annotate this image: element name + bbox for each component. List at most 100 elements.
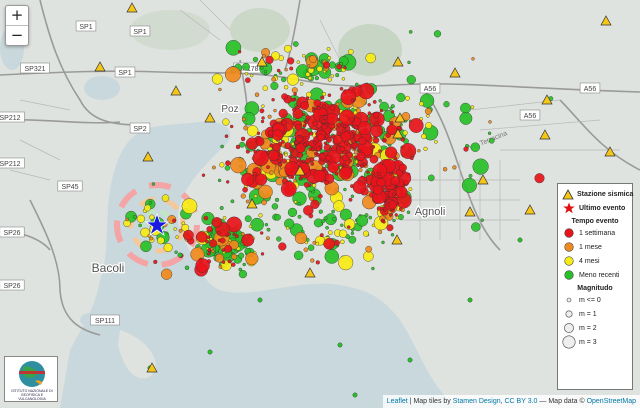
earthquake-marker[interactable] bbox=[340, 223, 344, 227]
earthquake-marker[interactable] bbox=[369, 145, 374, 150]
earthquake-marker[interactable] bbox=[315, 146, 321, 152]
earthquake-marker[interactable] bbox=[443, 101, 450, 108]
earthquake-marker[interactable] bbox=[320, 95, 325, 100]
earthquake-marker[interactable] bbox=[421, 133, 427, 140]
earthquake-marker[interactable] bbox=[316, 65, 323, 72]
earthquake-marker[interactable] bbox=[328, 147, 333, 152]
earthquake-marker[interactable] bbox=[389, 121, 394, 125]
earthquake-marker[interactable] bbox=[318, 209, 323, 214]
earthquake-marker[interactable] bbox=[271, 97, 275, 102]
earthquake-marker[interactable] bbox=[161, 194, 170, 202]
earthquake-marker[interactable] bbox=[224, 66, 241, 83]
earthquake-marker[interactable] bbox=[206, 226, 213, 233]
earthquake-marker[interactable] bbox=[367, 103, 371, 107]
earthquake-marker[interactable] bbox=[298, 134, 302, 139]
earthquake-marker[interactable] bbox=[294, 140, 299, 145]
earthquake-marker[interactable] bbox=[402, 170, 406, 174]
earthquake-marker[interactable] bbox=[238, 270, 248, 279]
earthquake-marker[interactable] bbox=[390, 176, 400, 186]
earthquake-marker[interactable] bbox=[263, 69, 268, 74]
earthquake-marker[interactable] bbox=[293, 92, 297, 96]
earthquake-marker[interactable] bbox=[335, 73, 340, 78]
earthquake-marker[interactable] bbox=[254, 92, 260, 97]
earthquake-marker[interactable] bbox=[452, 165, 457, 170]
earthquake-marker[interactable] bbox=[327, 161, 339, 174]
earthquake-marker[interactable] bbox=[244, 71, 249, 76]
earthquake-marker[interactable] bbox=[327, 93, 332, 97]
earthquake-marker[interactable] bbox=[406, 210, 411, 215]
earthquake-marker[interactable] bbox=[262, 85, 268, 91]
earthquake-marker[interactable] bbox=[225, 180, 230, 184]
earthquake-marker[interactable] bbox=[408, 187, 413, 192]
earthquake-marker[interactable] bbox=[184, 265, 190, 270]
earthquake-marker[interactable] bbox=[299, 82, 304, 86]
earthquake-marker[interactable] bbox=[382, 220, 386, 224]
earthquake-marker[interactable] bbox=[304, 120, 308, 125]
earthquake-marker[interactable] bbox=[488, 120, 492, 124]
earthquake-marker[interactable] bbox=[271, 77, 276, 82]
earthquake-marker[interactable] bbox=[327, 77, 332, 82]
earthquake-marker[interactable] bbox=[227, 259, 232, 264]
earthquake-marker[interactable] bbox=[279, 153, 284, 158]
earthquake-marker[interactable] bbox=[374, 121, 379, 126]
earthquake-marker[interactable] bbox=[310, 161, 315, 166]
earthquake-marker[interactable] bbox=[423, 146, 428, 151]
earthquake-marker[interactable] bbox=[255, 137, 265, 146]
earthquake-marker[interactable] bbox=[460, 102, 471, 114]
earthquake-marker[interactable] bbox=[351, 142, 358, 149]
earthquake-marker[interactable] bbox=[334, 171, 339, 176]
earthquake-marker[interactable] bbox=[252, 56, 259, 63]
earthquake-marker[interactable] bbox=[336, 122, 342, 128]
earthquake-marker[interactable] bbox=[264, 222, 269, 227]
earthquake-marker[interactable] bbox=[356, 151, 366, 161]
earthquake-marker[interactable] bbox=[333, 134, 343, 145]
earthquake-marker[interactable] bbox=[259, 108, 265, 114]
earthquake-marker[interactable] bbox=[534, 173, 545, 184]
earthquake-marker[interactable] bbox=[183, 229, 194, 241]
earthquake-marker[interactable] bbox=[395, 185, 408, 199]
earthquake-marker[interactable] bbox=[318, 193, 323, 199]
earthquake-marker[interactable] bbox=[307, 244, 315, 251]
earthquake-marker[interactable] bbox=[257, 297, 263, 303]
earthquake-marker[interactable] bbox=[347, 49, 354, 55]
earthquake-marker[interactable] bbox=[305, 157, 311, 164]
earthquake-marker[interactable] bbox=[381, 240, 385, 245]
earthquake-marker[interactable] bbox=[234, 234, 239, 239]
earthquake-marker[interactable] bbox=[241, 117, 246, 122]
earthquake-marker[interactable] bbox=[288, 154, 292, 159]
earthquake-marker[interactable] bbox=[245, 149, 250, 154]
earthquake-marker[interactable] bbox=[314, 75, 319, 81]
earthquake-marker[interactable] bbox=[261, 116, 265, 120]
earthquake-marker[interactable] bbox=[326, 47, 331, 51]
earthquake-marker[interactable] bbox=[388, 171, 393, 176]
earthquake-marker[interactable] bbox=[240, 193, 246, 199]
earthquake-marker[interactable] bbox=[341, 129, 346, 134]
earthquake-marker[interactable] bbox=[217, 178, 222, 183]
earthquake-marker[interactable] bbox=[293, 200, 298, 204]
earthquake-marker[interactable] bbox=[238, 252, 245, 259]
earthquake-marker[interactable] bbox=[291, 98, 295, 102]
zoom-in-button[interactable]: + bbox=[6, 6, 28, 25]
earthquake-marker[interactable] bbox=[239, 141, 246, 148]
earthquake-marker[interactable] bbox=[487, 131, 492, 136]
earthquake-marker[interactable] bbox=[297, 214, 302, 219]
map-canvas[interactable]: SP1SP1SP321SP1SP178SP212SP2SP212SP45SP26… bbox=[0, 0, 640, 408]
earthquake-marker[interactable] bbox=[365, 245, 373, 253]
earthquake-marker[interactable] bbox=[306, 63, 311, 68]
earthquake-marker[interactable] bbox=[237, 50, 242, 54]
earthquake-marker[interactable] bbox=[274, 197, 280, 202]
earthquake-marker[interactable] bbox=[305, 72, 311, 77]
earthquake-marker[interactable] bbox=[272, 129, 284, 141]
ccby-link[interactable]: CC BY 3.0 bbox=[505, 398, 538, 405]
earthquake-marker[interactable] bbox=[408, 30, 413, 34]
earthquake-marker[interactable] bbox=[461, 177, 477, 193]
earthquake-marker[interactable] bbox=[426, 114, 430, 118]
earthquake-marker[interactable] bbox=[221, 248, 226, 252]
earthquake-marker[interactable] bbox=[394, 213, 398, 217]
earthquake-marker[interactable] bbox=[260, 66, 264, 70]
earthquake-marker[interactable] bbox=[468, 173, 473, 178]
earthquake-marker[interactable] bbox=[276, 236, 282, 242]
earthquake-marker[interactable] bbox=[325, 155, 332, 162]
earthquake-marker[interactable] bbox=[330, 74, 334, 78]
earthquake-marker[interactable] bbox=[370, 124, 383, 138]
